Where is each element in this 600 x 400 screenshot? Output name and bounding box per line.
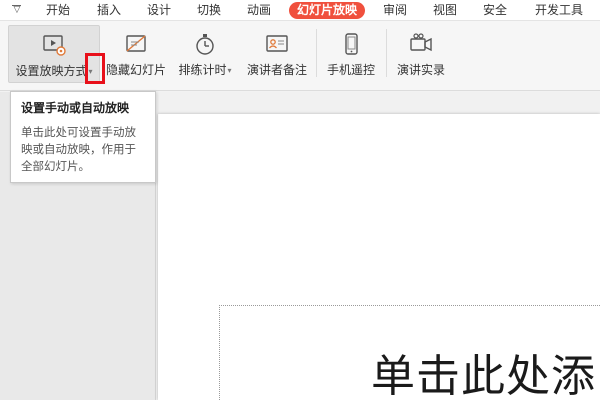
dropdown-caret-icon[interactable]: ▾ [228,66,232,75]
tooltip: 设置手动或自动放映 单击此处可设置手动放映或自动放映，作用于全部幻灯片。 [10,91,156,183]
hide-slide-icon [123,31,149,57]
speaker-notes-icon [264,31,290,57]
tab-security[interactable]: 安全 [483,2,507,19]
speaker-notes-button[interactable]: 演讲者备注 [242,25,312,83]
tab-slideshow[interactable]: 幻灯片放映 [289,2,366,19]
tab-insert[interactable]: 插入 [97,2,121,19]
presentation-recording-label: 演讲实录 [396,63,445,77]
chevron-down-icon[interactable]: ▽ [10,4,24,16]
placeholder-text: 单击此处添 [371,351,596,400]
tab-view[interactable]: 视图 [433,2,457,19]
slideshow-settings-label: 设置放映方式 [15,64,88,78]
highlight-box [85,53,105,84]
rehearse-timing-button[interactable]: 排练计时▾ [172,25,238,83]
tab-animation[interactable]: 动画 [247,2,271,19]
phone-remote-icon [338,31,364,57]
tab-design[interactable]: 设计 [147,2,171,19]
tooltip-body: 单击此处可设置手动放映或自动放映，作用于全部幻灯片。 [21,125,136,173]
slideshow-settings-icon [41,32,67,58]
stopwatch-icon [192,31,218,57]
tab-home[interactable]: 开始 [46,2,70,19]
title-placeholder[interactable]: 单击此处添 [219,305,600,400]
menu-bar: ▽ 开始 插入 设计 切换 动画 幻灯片放映 审阅 视图 安全 开发工具 [0,0,600,21]
video-record-icon [408,31,434,57]
presentation-recording-button[interactable]: 演讲实录 [390,25,452,83]
phone-remote-button[interactable]: 手机遥控 [320,25,382,83]
toolbar-divider [386,29,387,77]
rehearse-timing-label: 排练计时 [178,63,227,77]
tooltip-title: 设置手动或自动放映 [21,101,130,115]
phone-remote-label: 手机遥控 [326,63,375,77]
tab-review[interactable]: 审阅 [383,2,407,19]
tab-transitions[interactable]: 切换 [197,2,221,19]
hide-slide-label: 隐藏幻灯片 [105,63,166,77]
toolbar-divider [316,29,317,77]
speaker-notes-label: 演讲者备注 [246,63,307,77]
tab-developer[interactable]: 开发工具 [535,2,583,19]
hide-slide-button[interactable]: 隐藏幻灯片 [104,25,168,83]
